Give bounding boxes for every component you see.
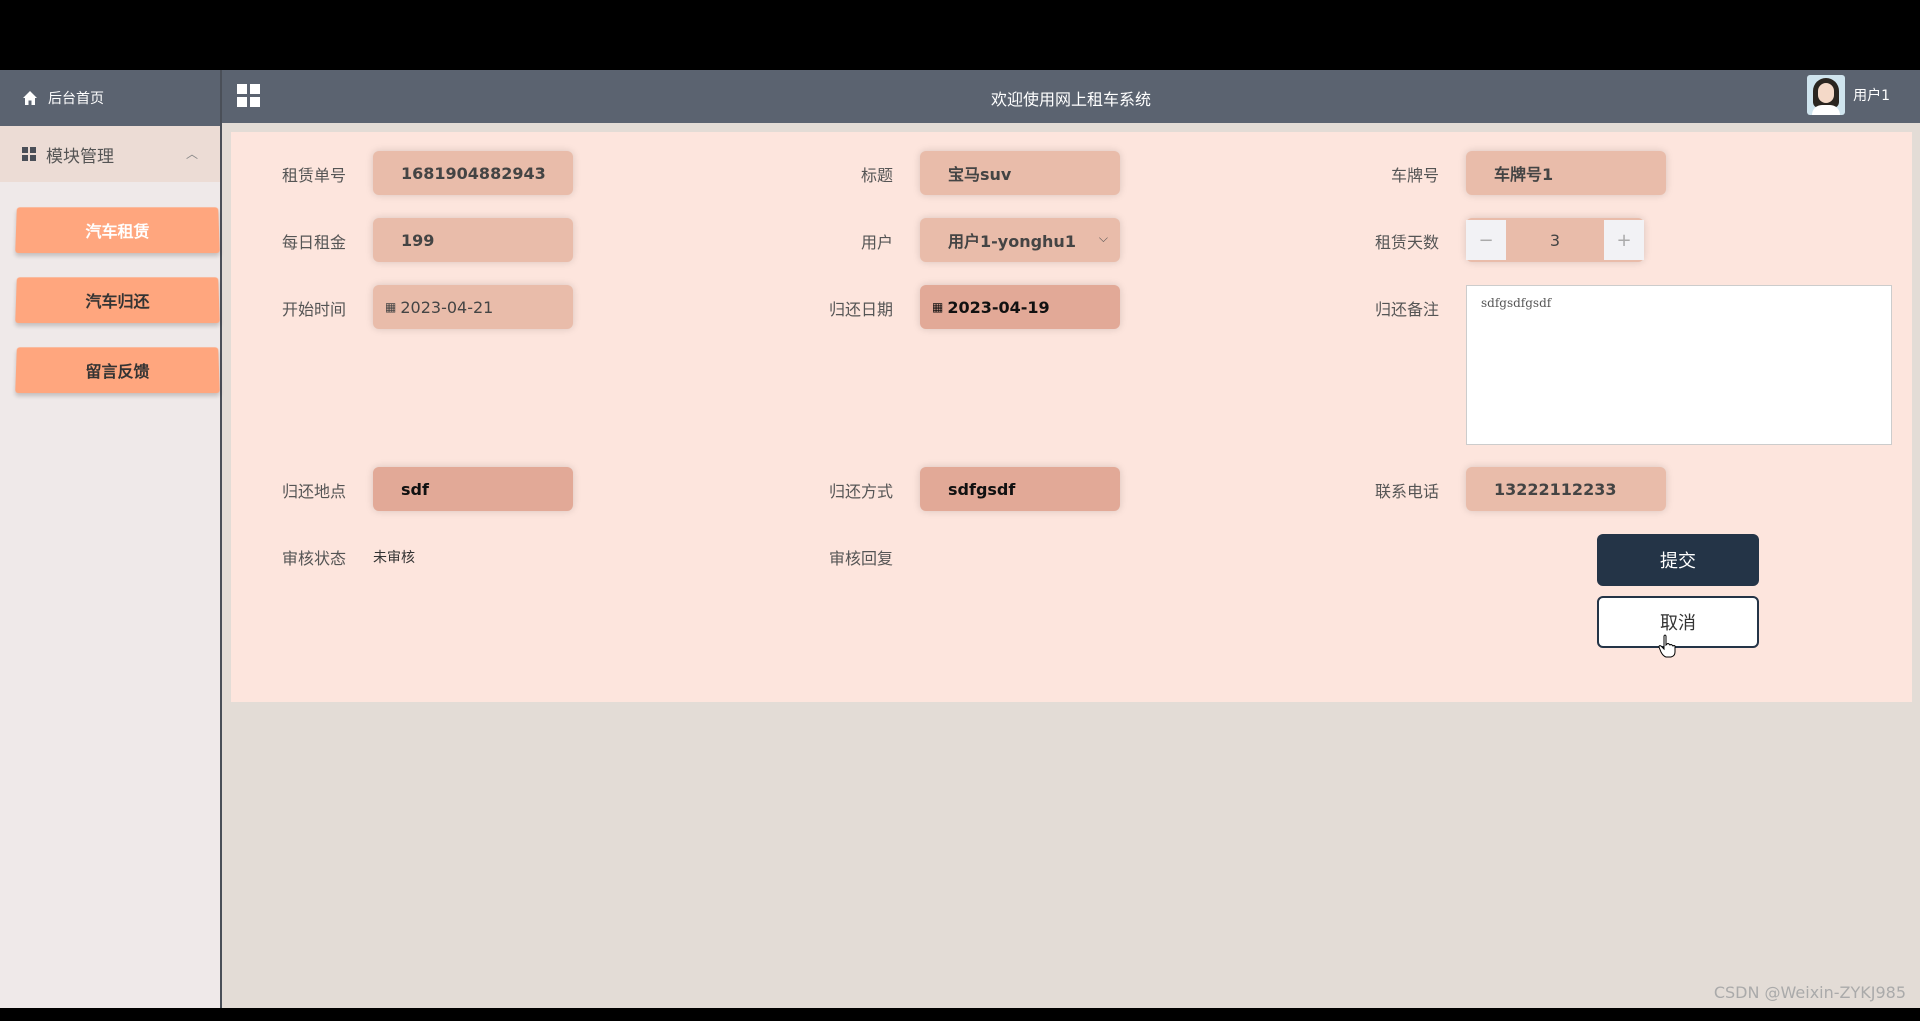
start-date-field[interactable]: ▦ 2023-04-21 xyxy=(373,285,573,329)
avatar xyxy=(1807,75,1845,115)
start-date-label: 开始时间 xyxy=(256,296,346,320)
home-icon xyxy=(22,90,38,106)
order-no-field[interactable]: 1681904882943 xyxy=(373,151,573,195)
username: 用户1 xyxy=(1853,85,1890,105)
app-window: 后台首页 模块管理 ︿ 汽车租赁 汽车归还 留言反馈 欢迎使用网上租车系统 用户… xyxy=(0,70,1920,1008)
calendar-icon: ▦ xyxy=(932,300,943,314)
home-link[interactable]: 后台首页 xyxy=(0,70,220,126)
sidebar-item-car-rental[interactable]: 汽车租赁 xyxy=(15,207,220,253)
submit-button[interactable]: 提交 xyxy=(1597,534,1759,586)
phone-label: 联系电话 xyxy=(1349,478,1439,502)
user-label: 用户 xyxy=(803,229,893,253)
cancel-button[interactable]: 取消 xyxy=(1597,596,1759,648)
user-menu[interactable]: 用户1 xyxy=(1807,75,1890,115)
title-label: 标题 xyxy=(803,162,893,186)
review-status-value: 未审核 xyxy=(373,547,415,567)
user-select[interactable]: 用户1-yonghu1 ⌵ xyxy=(920,218,1120,262)
module-group-label: 模块管理 xyxy=(46,142,114,167)
return-method-label: 归还方式 xyxy=(803,478,893,502)
days-label: 租赁天数 xyxy=(1349,229,1439,253)
home-label: 后台首页 xyxy=(48,88,104,108)
days-value: 3 xyxy=(1506,231,1604,250)
review-reply-label: 审核回复 xyxy=(803,545,893,569)
hand-cursor-icon xyxy=(1658,634,1676,658)
return-note-label: 归还备注 xyxy=(1349,296,1439,320)
return-method-field[interactable]: sdfgsdf xyxy=(920,467,1120,511)
daily-rent-label: 每日租金 xyxy=(256,229,346,253)
order-no-label: 租赁单号 xyxy=(256,162,346,186)
increment-button[interactable]: + xyxy=(1604,220,1644,260)
return-date-field[interactable]: ▦ 2023-04-19 xyxy=(920,285,1120,329)
decrement-button[interactable]: − xyxy=(1466,220,1506,260)
form-panel: 租赁单号 1681904882943 标题 宝马suv 车牌号 车牌号1 每日租… xyxy=(231,132,1912,702)
plate-field[interactable]: 车牌号1 xyxy=(1466,151,1666,195)
return-place-field[interactable]: sdf xyxy=(373,467,573,511)
days-stepper[interactable]: − 3 + xyxy=(1466,218,1644,262)
phone-field[interactable]: 13222112233 xyxy=(1466,467,1666,511)
return-place-label: 归还地点 xyxy=(256,478,346,502)
module-icon xyxy=(22,147,36,161)
chevron-down-icon: ⌵ xyxy=(1099,231,1108,246)
page-title: 欢迎使用网上租车系统 xyxy=(222,86,1920,110)
module-group[interactable]: 模块管理 ︿ xyxy=(0,126,220,182)
calendar-icon: ▦ xyxy=(385,300,396,314)
sidebar-item-feedback[interactable]: 留言反馈 xyxy=(15,347,220,393)
daily-rent-field[interactable]: 199 xyxy=(373,218,573,262)
user-select-value: 用户1-yonghu1 xyxy=(948,228,1076,252)
return-date-value: 2023-04-19 xyxy=(947,298,1049,317)
sidebar: 后台首页 模块管理 ︿ 汽车租赁 汽车归还 留言反馈 xyxy=(0,70,222,1008)
sidebar-item-car-return[interactable]: 汽车归还 xyxy=(15,277,220,323)
return-note-textarea[interactable]: sdfgsdfgsdf xyxy=(1466,285,1892,445)
top-header: 欢迎使用网上租车系统 用户1 xyxy=(222,70,1920,123)
title-field[interactable]: 宝马suv xyxy=(920,151,1120,195)
watermark: CSDN @Weixin-ZYKJ985 xyxy=(1714,983,1906,1002)
chevron-up-icon: ︿ xyxy=(186,145,198,162)
plate-label: 车牌号 xyxy=(1349,162,1439,186)
start-date-value: 2023-04-21 xyxy=(400,298,493,317)
return-date-label: 归还日期 xyxy=(803,296,893,320)
review-status-label: 审核状态 xyxy=(256,545,346,569)
